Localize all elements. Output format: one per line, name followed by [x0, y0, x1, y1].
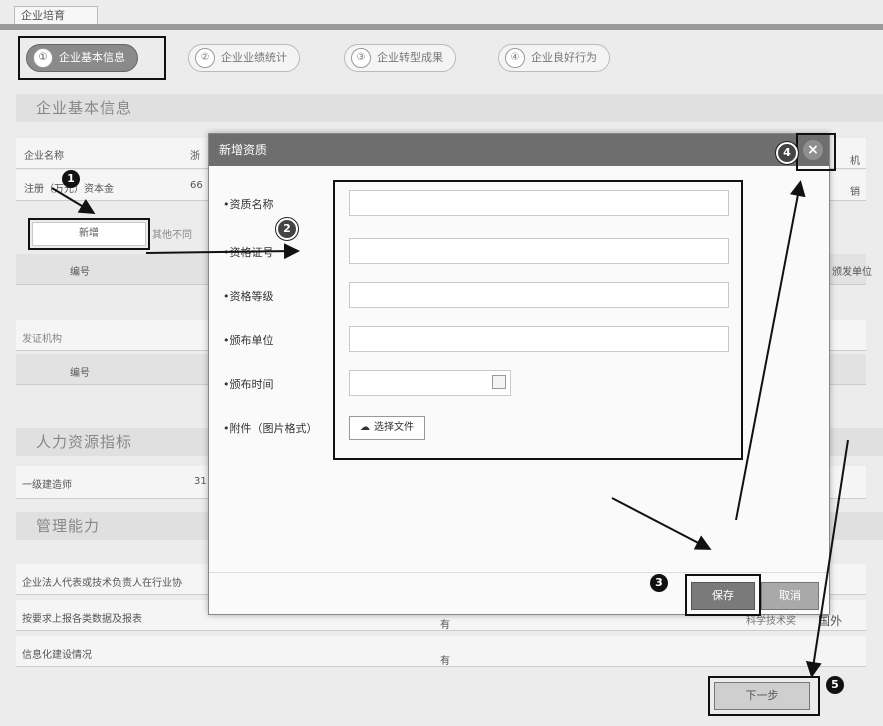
arrow-4 [735, 180, 806, 521]
annotation-badge-2: 2 [275, 217, 299, 241]
arrow-1 [51, 187, 96, 215]
arrow-3 [611, 497, 712, 550]
arrow-5 [805, 439, 849, 678]
annotation-badge-4: 4 [775, 141, 799, 165]
annotation-badge-5: 5 [826, 676, 844, 694]
arrow-2 [145, 243, 300, 260]
annotation-arrows [51, 180, 849, 678]
annotation-badge-1: 1 [62, 170, 80, 188]
annotation-badge-3: 3 [650, 574, 668, 592]
